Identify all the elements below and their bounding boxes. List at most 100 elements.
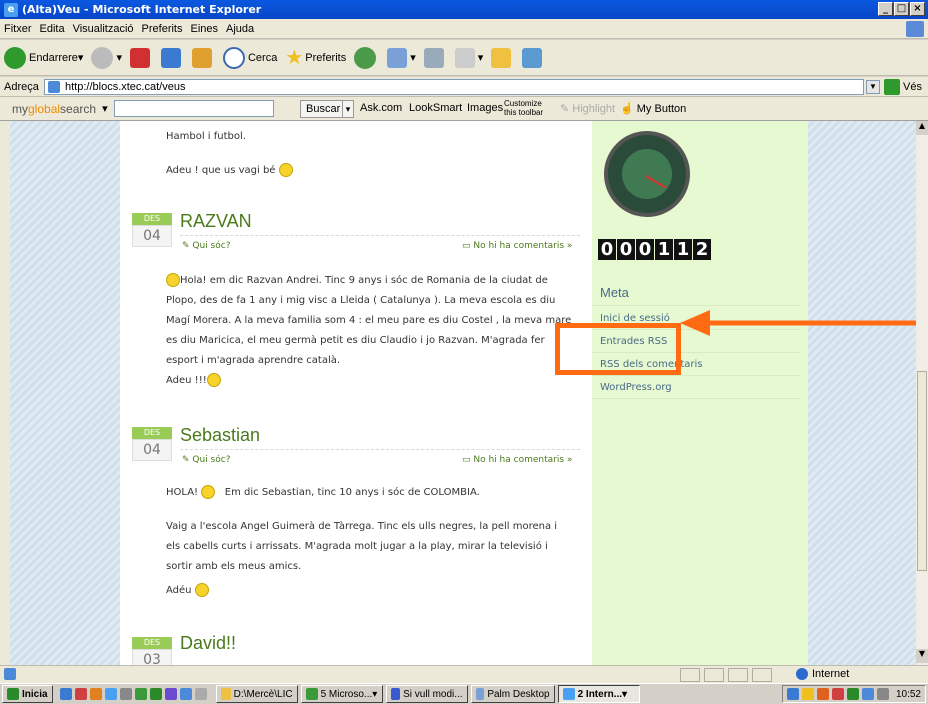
messenger-button[interactable] xyxy=(522,47,545,68)
mail-button[interactable]: ▾ xyxy=(387,47,416,68)
refresh-button[interactable] xyxy=(160,47,184,68)
menu-tools[interactable]: Eines xyxy=(191,23,219,35)
forward-button[interactable]: ▾ xyxy=(91,46,122,69)
author-link[interactable]: ✎ Qui sóc? xyxy=(182,241,230,251)
menu-edit[interactable]: Edita xyxy=(40,23,65,35)
tray-icon[interactable] xyxy=(861,688,874,700)
go-label: Vés xyxy=(903,81,922,93)
task-button[interactable]: Si vull modi... xyxy=(385,685,468,703)
visit-counter: 0 0 0 1 1 2 xyxy=(598,239,711,260)
tray-icon[interactable] xyxy=(801,688,814,700)
folder-icon xyxy=(220,688,231,700)
messenger-icon xyxy=(522,47,543,68)
post-title[interactable]: David!! xyxy=(180,633,236,654)
word-icon xyxy=(390,688,401,700)
post-title[interactable]: RAZVAN xyxy=(180,211,252,232)
go-button[interactable]: Vés xyxy=(884,79,922,95)
search-input[interactable] xyxy=(113,100,274,117)
tray-icon[interactable] xyxy=(816,688,829,700)
images-link[interactable]: Images xyxy=(467,102,503,114)
post-text-line: HOLA! Em dic Sebastian, tinc 10 anys i s… xyxy=(166,485,480,499)
comments-link[interactable]: ▭ No hi ha comentaris » xyxy=(462,455,572,465)
minimize-button[interactable]: _ xyxy=(878,2,893,16)
task-button[interactable]: 5 Microso... ▾ xyxy=(300,685,383,703)
tray-icon[interactable] xyxy=(846,688,859,700)
back-arrow-icon xyxy=(4,46,26,69)
quicklaunch-icon[interactable] xyxy=(74,688,87,700)
stop-button[interactable] xyxy=(129,47,153,68)
task-button-active[interactable]: 2 Intern... ▾ xyxy=(557,685,640,703)
looksmart-link[interactable]: LookSmart xyxy=(409,102,462,114)
post-text-line: Plopo, des de fa 1 any i mig visc a Llei… xyxy=(166,295,556,306)
task-button[interactable]: D:\Mercè\LIC xyxy=(215,685,298,703)
quicklaunch-icon[interactable] xyxy=(89,688,102,700)
brand-dropdown-icon[interactable]: ▾ xyxy=(102,102,108,115)
search-button[interactable]: Cerca xyxy=(222,46,277,69)
address-bar: Adreça http://blocs.xtec.cat/veus ▼ Vés xyxy=(0,77,928,97)
maximize-button[interactable]: □ xyxy=(894,2,909,16)
page-status-icon xyxy=(4,668,16,680)
post-text-line: Vaig a l'escola Angel Guimerà de Tàrrega… xyxy=(166,521,558,532)
task-button[interactable]: Palm Desktop xyxy=(470,685,555,703)
comments-link[interactable]: ▭ No hi ha comentaris » xyxy=(462,241,572,251)
quicklaunch-icon[interactable] xyxy=(104,688,117,700)
back-button[interactable]: Endarrere ▾ xyxy=(4,46,83,69)
scroll-up-button[interactable]: ▲ xyxy=(916,121,928,135)
edit-button[interactable]: ▾ xyxy=(454,47,483,68)
quicklaunch-icon[interactable] xyxy=(134,688,147,700)
menu-favorites[interactable]: Preferits xyxy=(142,23,183,35)
star-icon: ★ xyxy=(285,47,304,69)
date-month: DES xyxy=(132,213,172,225)
quicklaunch-icon[interactable] xyxy=(179,688,192,700)
vertical-scrollbar[interactable]: ▲ ▼ xyxy=(916,121,928,665)
quicklaunch-icon[interactable] xyxy=(149,688,162,700)
cool-smiley-icon xyxy=(194,583,209,597)
scroll-down-button[interactable]: ▼ xyxy=(916,649,928,663)
meta-heading: Meta xyxy=(600,285,629,300)
quicklaunch-icon[interactable] xyxy=(194,688,207,700)
quicklaunch-icon[interactable] xyxy=(119,688,132,700)
zone-label: Internet xyxy=(812,668,850,680)
counter-digit: 0 xyxy=(636,239,654,260)
tray-icon[interactable] xyxy=(876,688,889,700)
stop-icon xyxy=(129,47,150,68)
my-button[interactable]: ☝ My Button xyxy=(620,102,686,115)
edit-icon xyxy=(454,47,475,68)
quicklaunch-icon[interactable] xyxy=(164,688,177,700)
author-link[interactable]: ✎ Qui sóc? xyxy=(182,455,230,465)
post-title[interactable]: Sebastian xyxy=(180,425,260,446)
date-day: 04 xyxy=(132,439,172,461)
customize-toolbar[interactable]: Customize this toolbar xyxy=(504,99,543,117)
ask-link[interactable]: Ask.com xyxy=(360,102,402,114)
window-titlebar: e (Alta)Veu - Microsoft Internet Explore… xyxy=(0,0,928,19)
clock-face xyxy=(622,149,672,199)
history-button[interactable] xyxy=(354,46,379,69)
buscar-button[interactable]: Buscar xyxy=(300,100,347,118)
address-dropdown-button[interactable]: ▼ xyxy=(866,80,880,94)
toolbar: Endarrere ▾ ▾ Cerca ★ Preferits ▾ ▾ xyxy=(0,40,928,76)
menu-view[interactable]: Visualització xyxy=(73,23,134,35)
print-button[interactable] xyxy=(423,47,447,68)
buscar-dropdown[interactable]: ▾ xyxy=(342,100,354,118)
quicklaunch-icon[interactable] xyxy=(59,688,72,700)
highlight-button[interactable]: ✎ Highlight xyxy=(560,102,615,115)
tray-icon[interactable] xyxy=(786,688,799,700)
search-brand[interactable]: myglobalsearch xyxy=(12,102,96,116)
menu-file[interactable]: Fitxer xyxy=(4,23,32,35)
start-button[interactable]: Inicia xyxy=(2,685,53,703)
post-date-badge: DES 04 xyxy=(132,213,172,247)
tray-icon[interactable] xyxy=(831,688,844,700)
favorites-button[interactable]: ★ Preferits xyxy=(285,45,346,70)
scroll-thumb[interactable] xyxy=(917,371,927,571)
home-button[interactable] xyxy=(191,47,215,68)
meta-item-wordpress[interactable]: WordPress.org xyxy=(592,376,800,399)
home-icon xyxy=(191,47,212,68)
status-panel xyxy=(680,668,700,682)
address-input[interactable]: http://blocs.xtec.cat/veus xyxy=(44,79,864,95)
left-frame-edge xyxy=(0,121,10,665)
blog-content: Hambol i futbol. Adeu ! que us vagi bé D… xyxy=(120,121,592,671)
folder-button[interactable] xyxy=(491,47,514,68)
menu-help[interactable]: Ajuda xyxy=(226,23,254,35)
windows-flag-icon xyxy=(906,21,924,37)
close-button[interactable]: × xyxy=(910,2,925,16)
